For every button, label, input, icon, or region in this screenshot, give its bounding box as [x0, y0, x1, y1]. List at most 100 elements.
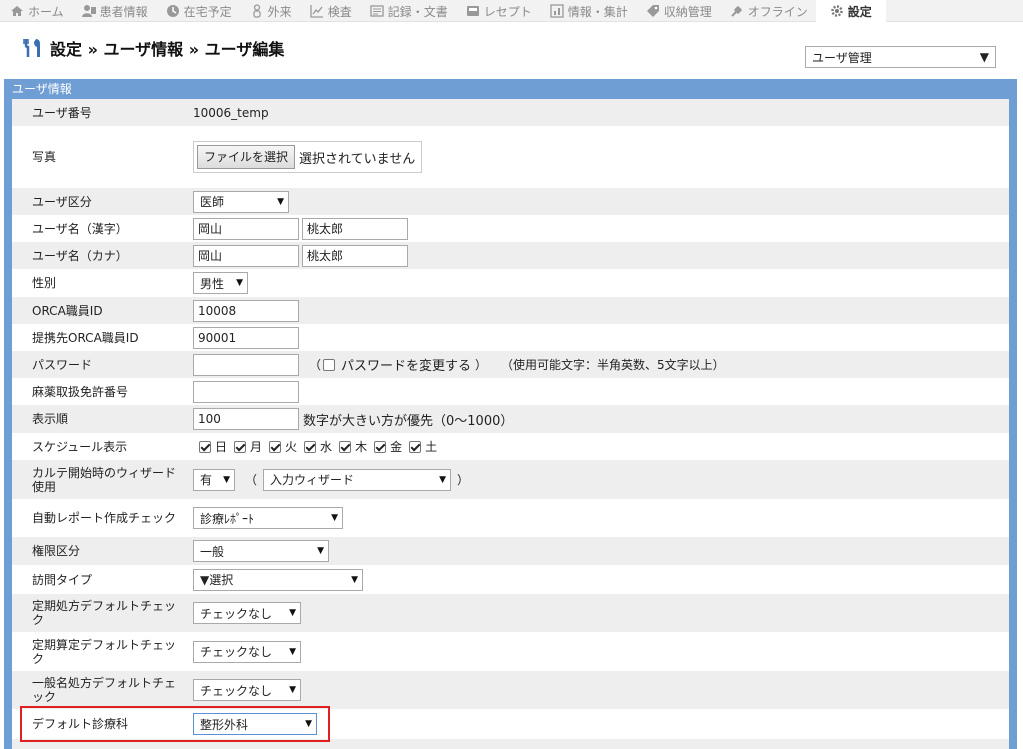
chevron-down-icon: ▼: [317, 546, 324, 556]
wizard-type-select[interactable]: 入力ウィザード ▼: [263, 468, 452, 491]
choose-file-button[interactable]: ファイルを選択: [197, 145, 296, 169]
password-label: パスワード: [32, 357, 93, 372]
chevron-down-icon: ▼: [289, 685, 296, 695]
day-checkbox[interactable]: [304, 440, 317, 453]
day-sunday[interactable]: 日: [199, 438, 227, 455]
user-number-label: ユーザ番号: [32, 105, 92, 120]
user-category-select[interactable]: 医師 ▼: [193, 190, 289, 213]
nav-tab-examination[interactable]: 検査: [300, 0, 360, 22]
user-category-field: 医師 ▼: [193, 188, 289, 215]
display-order-hint: 数字が大きい方が優先（0〜1000）: [303, 413, 514, 429]
nav-tab-payment-management[interactable]: 収納管理: [636, 0, 720, 22]
nav-tab-offline[interactable]: オフライン: [720, 0, 816, 22]
page-header: 設定 » ユーザ情報 » ユーザ編集: [22, 36, 284, 60]
display-order-input[interactable]: 100: [193, 408, 299, 430]
panel-title: ユーザ情報: [12, 82, 72, 96]
nav-tab-outpatient[interactable]: 外来: [240, 0, 300, 22]
nav-tab-records-documents[interactable]: 記録・文書: [360, 0, 456, 22]
karte-wizard-label: カルテ開始時のウィザード使用: [32, 465, 177, 494]
nav-tab-home-visit-schedule[interactable]: 在宅予定: [156, 0, 240, 22]
nav-tab-info-stats[interactable]: 情報・集計: [540, 0, 636, 22]
chevron-down-icon: ▼: [351, 574, 358, 585]
nav-tab-patient-info[interactable]: 患者情報: [72, 0, 156, 22]
row-partner-orca-id: 提携先ORCA職員ID 90001: [12, 324, 1009, 351]
user-number-field: 10006_temp: [193, 99, 269, 126]
photo-field: ファイルを選択 選択されていません: [193, 126, 423, 188]
day-checkbox[interactable]: [269, 440, 282, 453]
regular-calc-default-select[interactable]: チェックなし ▼: [193, 640, 301, 663]
day-label: 水: [320, 440, 333, 454]
day-tuesday[interactable]: 火: [269, 438, 297, 455]
day-wednesday[interactable]: 水: [304, 438, 332, 455]
day-saturday[interactable]: 土: [409, 438, 437, 455]
wizard-use-select[interactable]: 有 ▼: [193, 468, 235, 491]
partner-orca-id-input[interactable]: 90001: [193, 326, 299, 349]
visit-type-select[interactable]: ▼選択 ▼: [193, 568, 363, 591]
last-name-kanji-input[interactable]: 岡山: [193, 217, 299, 240]
receipt-icon: [466, 6, 479, 16]
user-number-value: 10006_temp: [193, 105, 269, 120]
gender-select[interactable]: 男性 ▼: [193, 272, 248, 294]
nav-tab-receipt[interactable]: レセプト: [456, 0, 540, 22]
narcotic-license-input[interactable]: [193, 380, 299, 403]
day-checkbox[interactable]: [339, 440, 352, 453]
row-authority: 権限区分 一般 ▼: [12, 537, 1009, 565]
select-value: ▼選択: [200, 573, 234, 587]
row-narcotic-license: 麻薬取扱免許番号: [12, 378, 1009, 405]
nav-tab-home[interactable]: ホーム: [0, 0, 72, 22]
stats-icon: [550, 4, 564, 18]
day-label: 木: [355, 440, 368, 454]
change-password-checkbox[interactable]: [323, 358, 336, 371]
nav-tab-label: 情報・集計: [567, 4, 628, 19]
row-photo: 写真 ファイルを選択 選択されていません: [12, 126, 1009, 188]
chevron-down-icon: ▼: [289, 646, 296, 657]
auto-report-select[interactable]: 診療ﾚﾎﾟｰﾄ ▼: [193, 507, 343, 529]
schedule-display-label: スケジュール表示: [32, 439, 128, 454]
clock-icon: [166, 5, 179, 17]
day-friday[interactable]: 金: [374, 438, 402, 455]
day-label: 火: [285, 440, 298, 454]
select-value: チェックなし: [200, 606, 273, 621]
row-visit-type: 訪問タイプ ▼選択 ▼: [12, 565, 1009, 594]
nav-tab-settings[interactable]: 設定: [815, 0, 886, 22]
auto-report-field: 診療ﾚﾎﾟｰﾄ ▼: [193, 499, 343, 537]
row-default-department: デフォルト診療科 整形外科 ▼: [12, 709, 1009, 739]
regular-rx-default-select[interactable]: チェックなし ▼: [193, 602, 301, 624]
gear-icon: [831, 5, 843, 17]
file-status: 選択されていません: [299, 151, 416, 167]
regular-rx-default-label: 定期処方デフォルトチェック: [32, 599, 177, 627]
row-generic-rx-default: 一般名処方デフォルトチェック チェックなし ▼: [12, 671, 1009, 709]
user-management-select[interactable]: ユーザ管理 ▼: [805, 46, 996, 68]
day-thursday[interactable]: 木: [339, 438, 367, 455]
chevron-down-icon: ▼: [289, 608, 296, 618]
last-name-kana-input[interactable]: 岡山: [193, 244, 299, 267]
first-name-kana-input[interactable]: 桃太郎: [302, 244, 408, 267]
first-name-kanji-input[interactable]: 桃太郎: [302, 217, 408, 240]
password-input[interactable]: [193, 353, 299, 376]
generic-rx-default-select[interactable]: チェックなし ▼: [193, 679, 301, 701]
photo-label: 写真: [32, 150, 57, 164]
select-value: 有: [200, 473, 213, 487]
regular-calc-default-field: チェックなし ▼: [193, 632, 301, 671]
day-checkbox[interactable]: [234, 440, 247, 453]
nav-tab-label: 外来: [267, 4, 292, 19]
select-value: チェックなし: [200, 683, 273, 698]
row-display-order: 表示順 100 数字が大きい方が優先（0〜1000）: [12, 405, 1009, 433]
display-order-label: 表示順: [32, 412, 69, 426]
default-department-select[interactable]: 整形外科 ▼: [193, 713, 317, 735]
orca-id-field: 10008: [193, 297, 299, 324]
day-monday[interactable]: 月: [234, 438, 262, 455]
day-checkbox[interactable]: [374, 440, 387, 453]
day-checkbox[interactable]: [409, 440, 422, 453]
chart-icon: [310, 5, 323, 18]
paren-close: ）: [457, 473, 470, 487]
user-category-label: ユーザ区分: [32, 194, 92, 209]
file-input[interactable]: ファイルを選択 選択されていません: [193, 141, 423, 173]
orca-id-input[interactable]: 10008: [193, 299, 299, 322]
authority-select[interactable]: 一般 ▼: [193, 540, 329, 562]
day-label: 土: [425, 440, 438, 454]
authority-field: 一般 ▼: [193, 537, 329, 565]
day-checkbox[interactable]: [199, 440, 211, 453]
regular-calc-default-label: 定期算定デフォルトチェック: [32, 637, 177, 666]
chevron-down-icon: ▼: [439, 474, 447, 485]
